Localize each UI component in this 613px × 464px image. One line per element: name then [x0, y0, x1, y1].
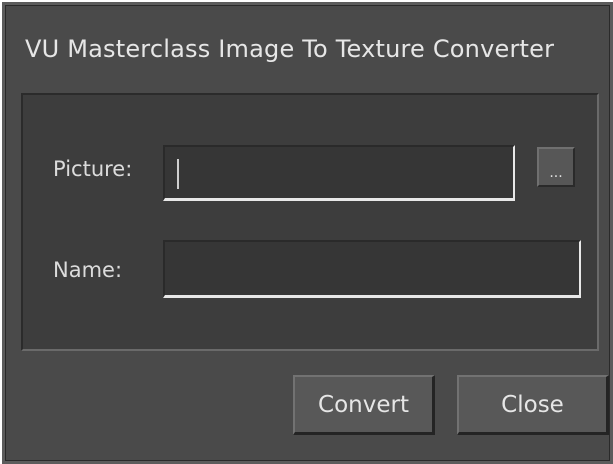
name-label: Name: [53, 258, 123, 282]
dialog-title: VU Masterclass Image To Texture Converte… [25, 35, 555, 63]
name-input[interactable] [163, 240, 581, 298]
convert-button[interactable]: Convert [293, 375, 435, 435]
text-caret [177, 159, 179, 189]
picture-input[interactable] [163, 145, 515, 201]
converter-dialog: VU Masterclass Image To Texture Converte… [2, 2, 613, 464]
browse-button[interactable]: ... [537, 147, 575, 187]
picture-label: Picture: [53, 157, 133, 181]
form-panel: Picture: ... Name: [21, 93, 599, 351]
close-button[interactable]: Close [457, 375, 609, 435]
